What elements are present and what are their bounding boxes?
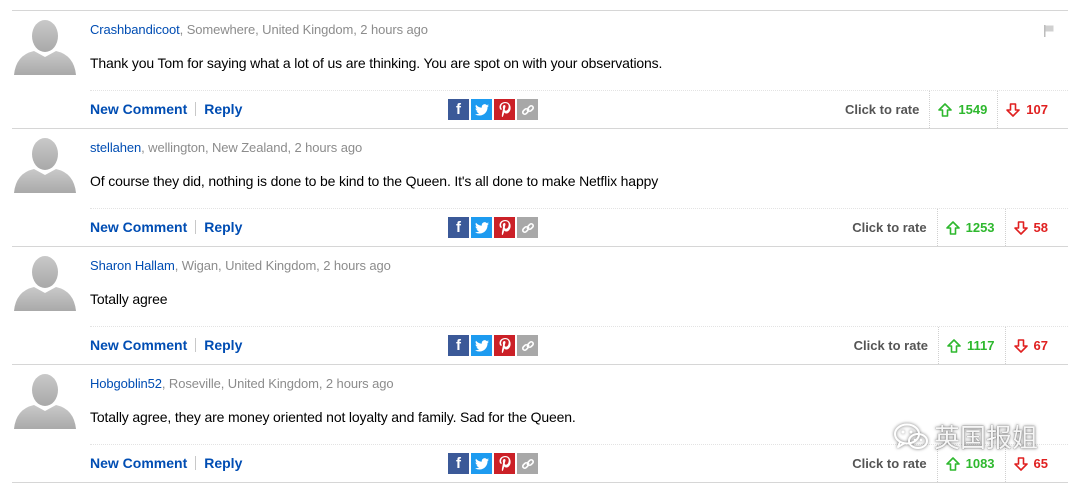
comment-actions: New Comment Reply (90, 101, 242, 117)
new-comment-link[interactable]: New Comment (90, 101, 187, 117)
downvote-button[interactable]: 65 (1006, 445, 1068, 482)
comment-byline: Crashbandicoot, Somewhere, United Kingdo… (90, 22, 428, 37)
new-comment-link[interactable]: New Comment (90, 455, 187, 471)
rating-controls: Click to rate 1117 67 (854, 327, 1068, 364)
comment-location-time: , wellington, New Zealand, 2 hours ago (141, 140, 363, 155)
upvote-button[interactable]: 1549 (930, 91, 999, 128)
comment-actions: New Comment Reply (90, 337, 242, 353)
comment-action-bar: New Comment Reply f Click to rate 1253 5… (90, 208, 1068, 247)
twitter-icon[interactable] (471, 453, 492, 474)
comment-item: stellahen, wellington, New Zealand, 2 ho… (12, 129, 1068, 247)
downvote-button[interactable]: 107 (998, 91, 1068, 128)
upvote-button[interactable]: 1117 (939, 327, 1006, 364)
arrow-down-icon (1013, 456, 1028, 471)
upvote-count: 1253 (965, 220, 995, 235)
comment-item: Sharon Hallam, Wigan, United Kingdom, 2 … (12, 247, 1068, 365)
comment-action-bar: New Comment Reply f Click to rate 1117 6… (90, 326, 1068, 365)
upvote-count: 1549 (958, 102, 988, 117)
reply-link[interactable]: Reply (204, 219, 242, 235)
arrow-up-icon (947, 338, 961, 353)
comment-text: Of course they did, nothing is done to b… (90, 173, 659, 189)
rating-controls: Click to rate 1549 107 (845, 91, 1068, 128)
comment-action-bar: New Comment Reply f Click to rate 1083 6… (90, 444, 1068, 483)
twitter-icon[interactable] (471, 99, 492, 120)
comment-username[interactable]: Hobgoblin52 (90, 376, 162, 391)
upvote-count: 1083 (965, 456, 995, 471)
link-icon[interactable] (517, 335, 538, 356)
arrow-up-icon (945, 220, 960, 235)
new-comment-link[interactable]: New Comment (90, 219, 187, 235)
facebook-icon[interactable]: f (448, 217, 469, 238)
downvote-count: 107 (1026, 102, 1048, 117)
pinterest-icon[interactable] (494, 217, 515, 238)
action-separator (195, 456, 197, 470)
rating-controls: Click to rate 1253 58 (852, 209, 1068, 246)
upvote-button[interactable]: 1083 (938, 445, 1006, 482)
pinterest-icon[interactable] (494, 335, 515, 356)
share-buttons: f (448, 99, 538, 120)
facebook-icon[interactable]: f (448, 335, 469, 356)
link-icon[interactable] (517, 453, 538, 474)
reply-link[interactable]: Reply (204, 455, 242, 471)
downvote-count: 65 (1033, 456, 1048, 471)
pinterest-icon[interactable] (494, 99, 515, 120)
action-separator (195, 338, 197, 352)
comment-actions: New Comment Reply (90, 219, 242, 235)
share-buttons: f (448, 217, 538, 238)
link-icon[interactable] (517, 99, 538, 120)
click-to-rate-label: Click to rate (845, 91, 931, 128)
comment-action-bar: New Comment Reply f Click to rate 1549 1… (90, 90, 1068, 129)
upvote-count: 1117 (967, 338, 995, 353)
comment-text: Totally agree (90, 291, 168, 307)
action-separator (195, 102, 197, 116)
rating-controls: Click to rate 1083 65 (852, 445, 1068, 482)
avatar-placeholder-icon[interactable] (14, 135, 76, 193)
comment-byline: Hobgoblin52, Roseville, United Kingdom, … (90, 376, 394, 391)
comment-username[interactable]: Sharon Hallam (90, 258, 175, 273)
comment-location-time: , Wigan, United Kingdom, 2 hours ago (174, 258, 391, 273)
pinterest-icon[interactable] (494, 453, 515, 474)
comment-byline: stellahen, wellington, New Zealand, 2 ho… (90, 140, 362, 155)
downvote-button[interactable]: 58 (1006, 209, 1068, 246)
click-to-rate-label: Click to rate (854, 327, 940, 364)
reply-link[interactable]: Reply (204, 337, 242, 353)
comment-actions: New Comment Reply (90, 455, 242, 471)
share-buttons: f (448, 453, 538, 474)
comment-byline: Sharon Hallam, Wigan, United Kingdom, 2 … (90, 258, 391, 273)
comment-location-time: , Somewhere, United Kingdom, 2 hours ago (179, 22, 428, 37)
comment-location-time: , Roseville, United Kingdom, 2 hours ago (161, 376, 394, 391)
comment-item: Crashbandicoot, Somewhere, United Kingdo… (12, 11, 1068, 129)
action-separator (195, 220, 197, 234)
comment-item: Hobgoblin52, Roseville, United Kingdom, … (12, 365, 1068, 483)
twitter-icon[interactable] (471, 217, 492, 238)
avatar-placeholder-icon[interactable] (14, 17, 76, 75)
upvote-button[interactable]: 1253 (938, 209, 1006, 246)
comment-list: Crashbandicoot, Somewhere, United Kingdo… (12, 11, 1068, 483)
comment-username[interactable]: Crashbandicoot (90, 22, 180, 37)
twitter-icon[interactable] (471, 335, 492, 356)
arrow-down-icon (1013, 220, 1028, 235)
click-to-rate-label: Click to rate (852, 445, 938, 482)
new-comment-link[interactable]: New Comment (90, 337, 187, 353)
comment-username[interactable]: stellahen (90, 140, 141, 155)
share-buttons: f (448, 335, 538, 356)
downvote-count: 67 (1033, 338, 1048, 353)
arrow-down-icon (1013, 338, 1028, 353)
click-to-rate-label: Click to rate (852, 209, 938, 246)
comment-text: Totally agree, they are money oriented n… (90, 409, 576, 425)
downvote-button[interactable]: 67 (1006, 327, 1068, 364)
facebook-icon[interactable]: f (448, 99, 469, 120)
reply-link[interactable]: Reply (204, 101, 242, 117)
downvote-count: 58 (1033, 220, 1048, 235)
arrow-up-icon (938, 102, 953, 117)
arrow-up-icon (945, 456, 960, 471)
comment-text: Thank you Tom for saying what a lot of u… (90, 55, 663, 71)
facebook-icon[interactable]: f (448, 453, 469, 474)
report-flag-icon[interactable] (1044, 25, 1054, 37)
avatar-placeholder-icon[interactable] (14, 371, 76, 429)
arrow-down-icon (1006, 102, 1021, 117)
link-icon[interactable] (517, 217, 538, 238)
avatar-placeholder-icon[interactable] (14, 253, 76, 311)
